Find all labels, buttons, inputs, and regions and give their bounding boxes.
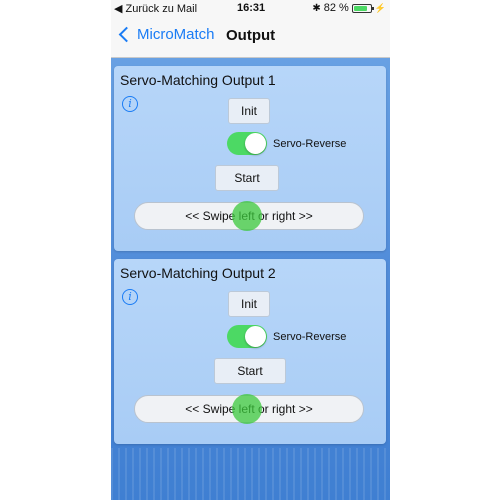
nav-back-button[interactable]: MicroMatch	[117, 26, 215, 43]
back-to-mail-link[interactable]: ◀ Zurück zu Mail	[114, 2, 197, 15]
info-icon[interactable]: i	[122, 289, 138, 305]
output-title: Servo-Matching Output 1	[120, 72, 276, 88]
servo-reverse-label: Servo-Reverse	[273, 138, 347, 150]
toggle-knob	[245, 133, 266, 154]
battery-fill	[353, 5, 367, 11]
start-button[interactable]: Start	[214, 358, 286, 384]
battery-icon	[351, 3, 374, 13]
status-right: ✱ 82 % ⚡	[312, 2, 386, 14]
output-card-2: Servo-Matching Output 2 i Init Servo-Rev…	[114, 259, 386, 444]
page-title: Output	[226, 27, 276, 44]
output-title: Servo-Matching Output 2	[120, 265, 276, 281]
charging-icon: ⚡	[374, 2, 386, 13]
navigation-bar: MicroMatch Output	[111, 18, 390, 58]
output-card-1: Servo-Matching Output 1 i Init Servo-Rev…	[114, 66, 386, 251]
status-time: 16:31	[237, 2, 266, 14]
chevron-left-icon	[118, 26, 135, 43]
toggle-knob	[245, 326, 266, 347]
servo-reverse-toggle[interactable]	[227, 325, 267, 348]
start-button[interactable]: Start	[215, 165, 279, 191]
battery-percent: 82 %	[323, 2, 349, 14]
bluetooth-icon: ✱	[312, 2, 321, 14]
info-icon[interactable]: i	[122, 96, 138, 112]
servo-reverse-label: Servo-Reverse	[273, 331, 347, 343]
app-screen: ◀ Zurück zu Mail 16:31 ✱ 82 % ⚡ MicroMat…	[111, 0, 390, 500]
touch-indicator	[232, 394, 262, 424]
servo-reverse-toggle[interactable]	[227, 132, 267, 155]
status-bar: ◀ Zurück zu Mail 16:31 ✱ 82 % ⚡	[111, 0, 390, 18]
init-button[interactable]: Init	[228, 98, 270, 124]
init-button[interactable]: Init	[228, 291, 270, 317]
touch-indicator	[232, 201, 262, 231]
nav-back-label: MicroMatch	[137, 26, 215, 43]
